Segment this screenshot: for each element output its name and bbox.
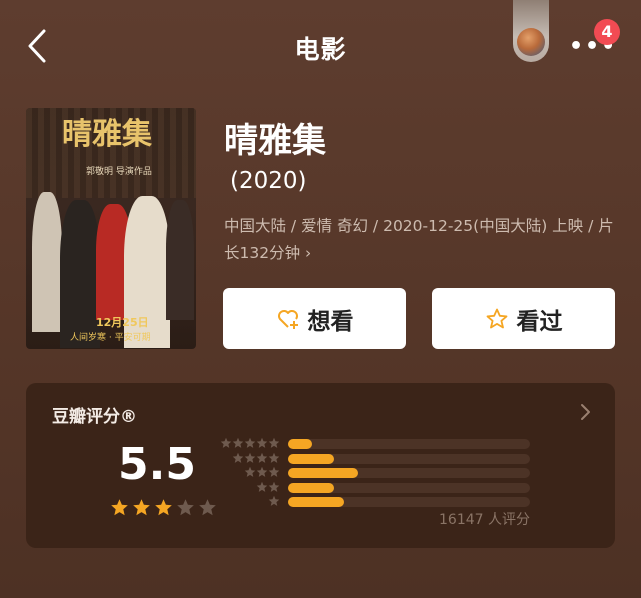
distribution-bar-track: [288, 482, 530, 493]
small-star-icon: [220, 437, 232, 448]
header: 电影 ••• 4: [0, 0, 641, 96]
poster-figure: [166, 200, 194, 320]
poster-slogan-art: 人间岁寒 · 平安可期: [70, 333, 151, 343]
distribution-stars-4: [220, 452, 280, 465]
distribution-bar-1: [288, 497, 344, 507]
star-empty-icon: [199, 499, 216, 516]
want-to-watch-button[interactable]: 想看: [223, 288, 406, 349]
small-star-icon: [268, 452, 280, 463]
distribution-bar-2: [288, 482, 334, 493]
poster-title-art: 晴雅集: [62, 117, 152, 152]
star-filled-icon: [111, 499, 128, 516]
distribution-stars-3: [220, 466, 280, 479]
chevron-right-icon[interactable]: [578, 403, 592, 421]
distribution-bar-track: [288, 497, 530, 507]
distribution-stars-1: [220, 495, 280, 508]
distribution-bar-4: [288, 453, 334, 464]
distribution-bar-track: [288, 439, 530, 449]
small-star-icon: [268, 495, 280, 506]
small-star-icon: [232, 437, 244, 448]
distribution-bar-track: [288, 453, 530, 464]
distribution-bar-3: [288, 468, 358, 478]
movie-meta[interactable]: 中国大陆 / 爱情 奇幻 / 2020-12-25(中国大陆) 上映 / 片长1…: [224, 213, 619, 267]
small-star-icon: [232, 452, 244, 463]
poster-figure: [60, 200, 100, 348]
rating-label: 豆瓣评分®: [52, 407, 137, 427]
notification-badge: 4: [594, 19, 620, 45]
poster-subtitle-art: 郭敬明 导演作品: [86, 167, 152, 177]
vote-count: 16147 人评分: [439, 512, 530, 528]
rating-score: 5.5: [118, 439, 196, 490]
rating-card[interactable]: 豆瓣评分® 5.5 16147 人评分: [26, 383, 615, 548]
movie-poster[interactable]: 晴雅集 郭敬明 导演作品 12月25日 人间岁寒 · 平安可期: [26, 108, 196, 349]
poster-figure: [32, 192, 62, 332]
distribution-bar-track: [288, 468, 530, 478]
small-star-icon: [256, 452, 268, 463]
small-star-icon: [256, 481, 268, 492]
want-to-watch-label: 想看: [307, 308, 354, 335]
distribution-stars-5: [220, 437, 280, 450]
movie-title: 晴雅集: [224, 121, 326, 161]
star-empty-icon: [177, 499, 194, 516]
small-star-icon: [256, 466, 268, 477]
heart-plus-icon: [277, 309, 298, 329]
small-star-icon: [268, 437, 280, 448]
small-star-icon: [268, 466, 280, 477]
star-outline-icon: [486, 308, 507, 328]
avatar: [517, 28, 545, 56]
star-filled-icon: [133, 499, 150, 516]
star-filled-icon: [155, 499, 172, 516]
small-star-icon: [244, 437, 256, 448]
watched-label: 看过: [516, 308, 563, 335]
distribution-stars-2: [220, 481, 280, 494]
small-star-icon: [244, 452, 256, 463]
small-star-icon: [268, 481, 280, 492]
floating-ball-icon[interactable]: [513, 0, 549, 62]
poster-date-art: 12月25日: [96, 316, 149, 329]
distribution-bar-5: [288, 439, 312, 449]
rating-stars: [110, 498, 217, 517]
small-star-icon: [256, 437, 268, 448]
movie-year: (2020): [230, 168, 307, 194]
small-star-icon: [244, 466, 256, 477]
watched-button[interactable]: 看过: [432, 288, 615, 349]
